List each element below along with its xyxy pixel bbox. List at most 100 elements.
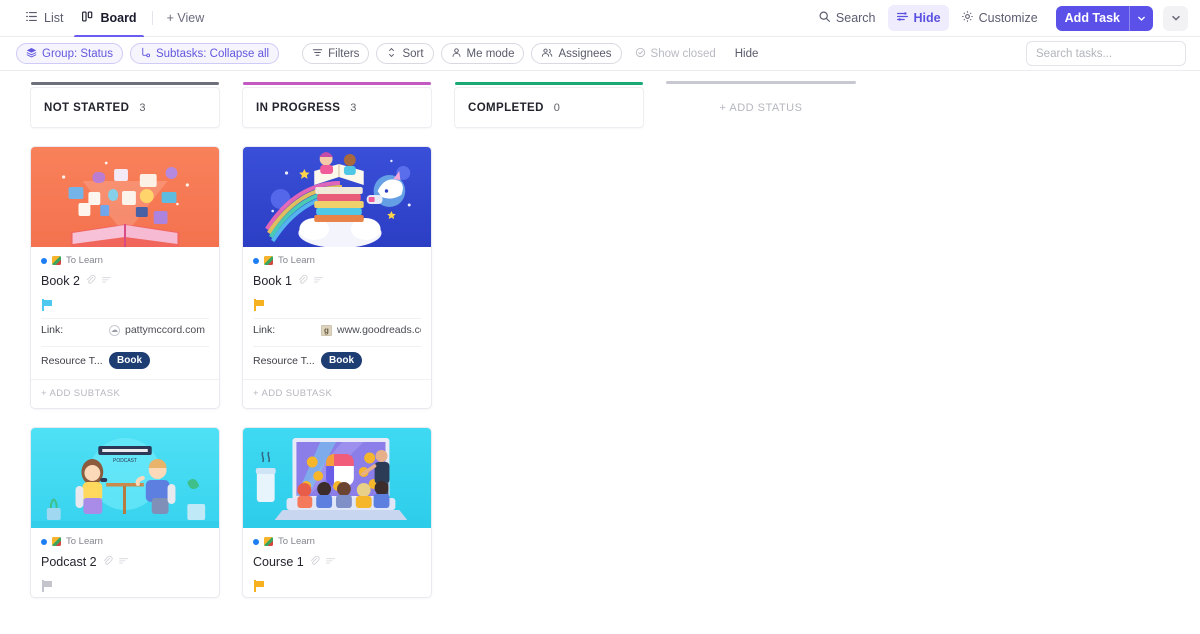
search-button[interactable]: Search [810, 5, 884, 31]
chip-sort-label: Sort [402, 47, 424, 60]
resource-type-tag: Book [109, 352, 150, 369]
board-column-add-status: + ADD STATUS [666, 81, 856, 634]
add-view-label: + View [166, 11, 205, 25]
description-icon[interactable] [118, 553, 129, 571]
card-field-link[interactable]: Link: g www.goodreads.con [253, 318, 421, 344]
card-field-label: Resource T... [253, 354, 315, 367]
search-tasks-input[interactable]: Search tasks... [1026, 41, 1186, 66]
priority-flag-icon[interactable] [42, 299, 53, 311]
hide-button[interactable]: Hide [887, 5, 949, 31]
card-field-value[interactable]: g www.goodreads.con [321, 324, 421, 336]
chip-group-status-label: Group: Status [42, 47, 113, 60]
chip-sort[interactable]: Sort [376, 43, 434, 64]
card-list-name: To Learn [278, 536, 315, 547]
card-priority-row[interactable] [253, 294, 421, 316]
add-subtask-button[interactable]: + ADD SUBTASK [31, 379, 219, 408]
attachment-icon[interactable] [309, 553, 320, 571]
card-cover-cyan-podcast: PODCAST [31, 428, 219, 528]
column-count: 0 [553, 101, 560, 114]
card-field-value[interactable]: ☁ pattymccord.com [109, 324, 205, 336]
status-dot-icon [41, 257, 47, 264]
column-count: 3 [139, 101, 146, 114]
list-color-icon [264, 256, 273, 265]
board-icon [81, 10, 94, 26]
view-tab-list[interactable]: List [16, 0, 72, 37]
search-tasks-placeholder: Search tasks... [1036, 47, 1113, 60]
card-priority-row[interactable] [253, 575, 421, 597]
column-header-in-progress[interactable]: IN PROGRESS 3 [242, 82, 432, 128]
card-field-label: Link: [253, 324, 276, 336]
card-field-link-text: www.goodreads.con [337, 324, 421, 336]
chip-hide[interactable]: Hide [729, 43, 765, 64]
top-bar-actions: Search Hide Customize Add Task [810, 5, 1188, 31]
attachment-icon[interactable] [297, 272, 308, 290]
task-card-book-1[interactable]: To Learn Book 1 Link: g www.goodreads.c … [242, 146, 432, 409]
add-status-label: + ADD STATUS [719, 101, 803, 114]
layers-icon [26, 47, 37, 61]
view-tab-list-label: List [44, 11, 64, 25]
card-title-row: Book 2 [41, 272, 209, 290]
card-body: To Learn Book 2 Link: ☁ pattymccord.com … [31, 247, 219, 379]
card-cover-blue-space-books [243, 147, 431, 247]
chip-me-mode[interactable]: Me mode [440, 43, 525, 64]
status-dot-icon [253, 538, 259, 545]
priority-flag-icon[interactable] [254, 580, 265, 592]
board-column-in-progress: IN PROGRESS 3 To Learn Book 1 Link: g ww… [242, 82, 432, 634]
hide-button-label: Hide [913, 11, 941, 25]
chip-show-closed[interactable]: Show closed [629, 43, 722, 64]
add-view-button[interactable]: + View [159, 0, 213, 37]
card-field-link[interactable]: Link: ☁ pattymccord.com [41, 318, 209, 344]
column-header-completed[interactable]: COMPLETED 0 [454, 82, 644, 128]
attachment-icon[interactable] [102, 553, 113, 571]
card-priority-row[interactable] [41, 294, 209, 316]
card-title: Book 1 [253, 274, 292, 288]
task-card-course-1[interactable]: To Learn Course 1 [242, 427, 432, 598]
chip-subtasks-label: Subtasks: Collapse all [155, 47, 270, 60]
customize-button[interactable]: Customize [953, 5, 1046, 31]
card-body: To Learn Book 1 Link: g www.goodreads.c … [243, 247, 431, 379]
card-title-row: Course 1 [253, 553, 421, 571]
list-color-icon [52, 537, 61, 546]
view-tab-board-label: Board [100, 11, 137, 25]
chip-subtasks[interactable]: Subtasks: Collapse all [129, 43, 280, 64]
attachment-icon[interactable] [85, 272, 96, 290]
card-list-meta: To Learn [41, 536, 209, 547]
column-count: 3 [350, 101, 357, 114]
person-icon [451, 47, 462, 61]
add-task-chevron-down-icon[interactable] [1129, 5, 1153, 31]
list-color-icon [264, 537, 273, 546]
card-body: To Learn Course 1 [243, 528, 431, 597]
resource-type-tag: Book [321, 352, 362, 369]
list-color-icon [52, 256, 61, 265]
overflow-chevron-down-button[interactable] [1163, 5, 1188, 31]
chip-group-status[interactable]: Group: Status [16, 43, 123, 64]
card-field-resource-type[interactable]: Resource T... Book [41, 346, 209, 379]
chip-filters[interactable]: Filters [302, 43, 370, 64]
card-list-name: To Learn [66, 255, 103, 266]
description-icon[interactable] [101, 272, 112, 290]
card-title-row: Book 1 [253, 272, 421, 290]
priority-flag-icon[interactable] [42, 580, 53, 592]
description-icon[interactable] [325, 553, 336, 571]
description-icon[interactable] [313, 272, 324, 290]
view-tab-board[interactable]: Board [72, 0, 145, 37]
column-accent-bar [31, 82, 219, 85]
card-list-not-started: To Learn Book 2 Link: ☁ pattymccord.com … [30, 146, 220, 598]
priority-flag-icon[interactable] [254, 299, 265, 311]
subtask-icon [140, 47, 151, 61]
status-dot-icon [253, 257, 259, 264]
column-title: IN PROGRESS [256, 101, 341, 114]
task-card-podcast-2[interactable]: PODCAST To Learn Podcast 2 [30, 427, 220, 598]
card-field-label: Link: [41, 324, 64, 336]
chip-assignees[interactable]: Assignees [531, 43, 622, 64]
card-field-resource-type[interactable]: Resource T... Book [253, 346, 421, 379]
column-accent-bar [666, 81, 856, 84]
card-priority-row[interactable] [41, 575, 209, 597]
column-header-not-started[interactable]: NOT STARTED 3 [30, 82, 220, 128]
add-task-button[interactable]: Add Task [1055, 5, 1153, 31]
card-title: Course 1 [253, 555, 304, 569]
search-button-label: Search [835, 11, 876, 25]
add-status-button[interactable]: + ADD STATUS [666, 81, 856, 128]
add-subtask-button[interactable]: + ADD SUBTASK [243, 379, 431, 408]
task-card-book-2[interactable]: To Learn Book 2 Link: ☁ pattymccord.com … [30, 146, 220, 409]
